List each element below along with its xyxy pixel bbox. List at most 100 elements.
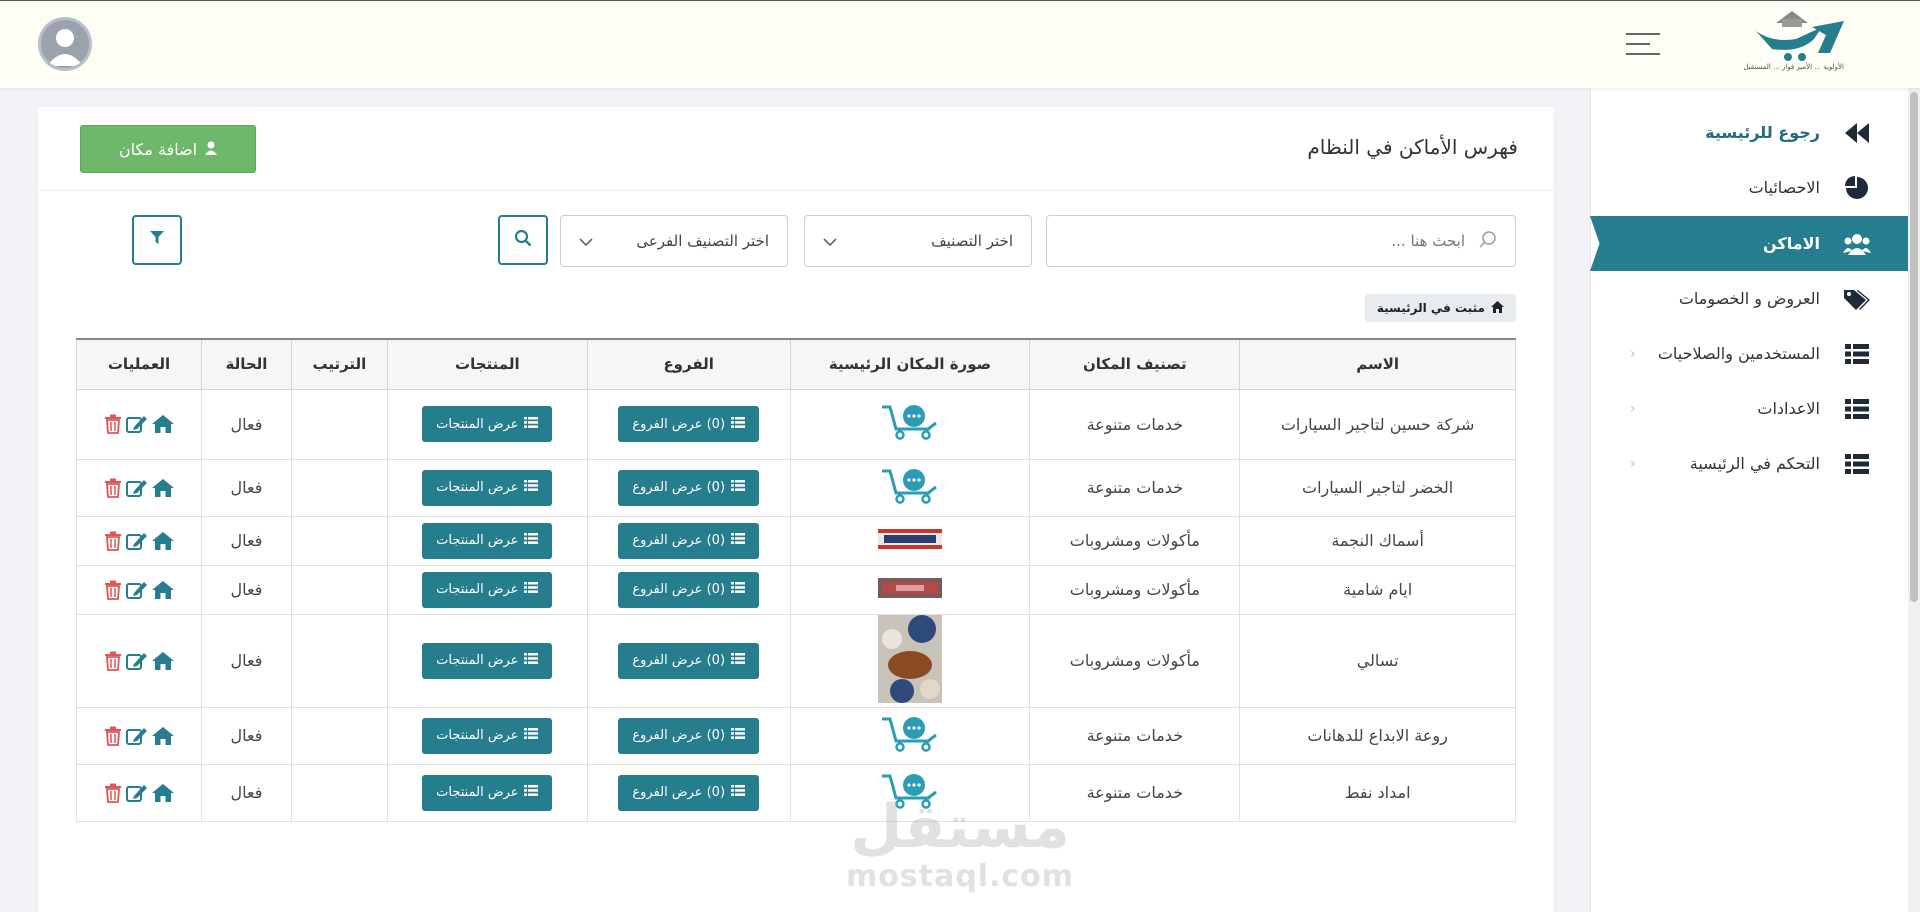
sidebar-item-settings[interactable]: الاعدادات ‹ [1590, 381, 1908, 436]
order-cell [290, 458, 388, 517]
delete-icon[interactable] [104, 580, 122, 600]
column-header[interactable]: تصنيف المكان [1029, 338, 1241, 390]
column-header[interactable]: الترتيب [290, 338, 388, 390]
view-branches-button[interactable]: (0) عرض الفروع [618, 522, 760, 559]
view-products-button[interactable]: عرض المنتجات [422, 469, 553, 506]
page-scrollbar[interactable] [1908, 88, 1920, 912]
view-branches-button[interactable]: (0) عرض الفروع [618, 717, 760, 754]
view-branches-label: (0) عرض الفروع [632, 785, 726, 800]
pinned-badge[interactable]: مثبت في الرئيسية [1364, 294, 1516, 322]
place-image[interactable] [880, 772, 940, 814]
home-icon[interactable] [151, 783, 174, 802]
view-products-button[interactable]: عرض المنتجات [422, 571, 553, 608]
view-branches-label: (0) عرض الفروع [632, 582, 726, 597]
filter-button[interactable] [132, 215, 182, 265]
delete-icon[interactable] [104, 726, 122, 746]
list-icon [524, 785, 539, 800]
subcategory-select[interactable]: اختر التصنيف الفرعى [560, 215, 788, 267]
place-image[interactable] [880, 403, 940, 445]
column-header[interactable]: صورة المكان الرئيسية [789, 338, 1031, 390]
sidebar-item-label: المستخدمين والصلاحيات [1657, 344, 1820, 363]
edit-icon[interactable] [125, 478, 148, 498]
place-category: خدمات متنوعة [1029, 706, 1241, 765]
search-icon [1479, 230, 1497, 252]
edit-icon[interactable] [125, 726, 148, 746]
sidebar-item-home[interactable]: رجوع للرئيسية [1590, 105, 1908, 160]
place-image[interactable] [880, 715, 940, 757]
operations [77, 783, 201, 803]
place-name: ايام شامية [1239, 564, 1516, 615]
operations-cell [76, 515, 202, 566]
home-icon[interactable] [151, 415, 174, 433]
pie-chart-icon [1842, 173, 1872, 203]
column-header[interactable]: الحالة [200, 338, 292, 390]
products-cell: عرض المنتجات [386, 515, 588, 566]
status-cell: فعال [200, 388, 292, 460]
column-header[interactable]: الفروع [586, 338, 791, 390]
list-icon [1842, 394, 1872, 424]
home-icon[interactable] [151, 531, 174, 550]
home-icon[interactable] [151, 478, 174, 497]
view-branches-button[interactable]: (0) عرض الفروع [618, 642, 760, 679]
view-branches-button[interactable]: (0) عرض الفروع [618, 774, 760, 811]
sidebar-item-label: الاعدادات [1757, 399, 1820, 418]
column-header[interactable]: المنتجات [386, 338, 588, 390]
edit-icon[interactable] [125, 531, 148, 551]
order-cell [290, 515, 388, 566]
table-row: الخضر لتاجير السيارات خدمات متنوعة (0) عرض… [76, 458, 1516, 517]
view-products-label: عرض المنتجات [436, 582, 519, 597]
view-branches-button[interactable]: (0) عرض الفروع [618, 571, 760, 608]
search-field[interactable] [1046, 215, 1516, 267]
edit-icon[interactable] [125, 783, 148, 803]
edit-icon[interactable] [125, 580, 148, 600]
place-image-cell [789, 458, 1031, 517]
order-cell [290, 388, 388, 460]
category-select[interactable]: اختر التصنيف [804, 215, 1032, 267]
home-icon[interactable] [151, 651, 174, 670]
column-header[interactable]: الاسم [1239, 338, 1516, 390]
add-place-button[interactable]: اضافة مكان [80, 125, 256, 173]
place-name: روعة الابداع للدهانات [1239, 706, 1516, 765]
home-icon[interactable] [151, 726, 174, 745]
place-category: خدمات متنوعة [1029, 388, 1241, 460]
place-image[interactable] [878, 577, 942, 602]
delete-icon[interactable] [104, 531, 122, 551]
view-branches-label: (0) عرض الفروع [632, 533, 726, 548]
menu-toggle-icon[interactable] [1626, 33, 1660, 57]
view-products-button[interactable]: عرض المنتجات [422, 774, 553, 811]
sidebar-item-home-control[interactable]: التحكم في الرئيسية ‹ [1590, 436, 1908, 491]
place-image[interactable] [880, 467, 940, 509]
place-image[interactable] [878, 528, 942, 553]
delete-icon[interactable] [104, 651, 122, 671]
view-branches-button[interactable]: (0) عرض الفروع [618, 406, 760, 442]
view-branches-label: (0) عرض الفروع [632, 416, 726, 432]
edit-icon[interactable] [125, 651, 148, 671]
view-products-button[interactable]: عرض المنتجات [422, 642, 553, 679]
user-avatar[interactable] [38, 17, 92, 71]
column-header[interactable]: العمليات [76, 338, 202, 390]
order-cell [290, 564, 388, 615]
view-products-label: عرض المنتجات [436, 728, 519, 743]
view-products-button[interactable]: عرض المنتجات [422, 406, 553, 442]
search-input[interactable] [1065, 232, 1465, 250]
delete-icon[interactable] [104, 783, 122, 803]
home-icon[interactable] [151, 580, 174, 599]
edit-icon[interactable] [125, 414, 148, 434]
place-image[interactable] [878, 614, 942, 707]
places-table: الاسم تصنيف المكان صورة المكان الرئيسية … [76, 338, 1516, 822]
scrollbar-thumb[interactable] [1910, 92, 1918, 602]
place-name: امداد نفط [1239, 763, 1516, 822]
tags-icon [1842, 284, 1872, 314]
sidebar-item-statistics[interactable]: الاحصائيات [1590, 160, 1908, 215]
view-products-button[interactable]: عرض المنتجات [422, 717, 553, 754]
sidebar-item-offers[interactable]: العروض و الخصومات [1590, 271, 1908, 326]
view-products-button[interactable]: عرض المنتجات [422, 522, 553, 559]
delete-icon[interactable] [104, 478, 122, 498]
delete-icon[interactable] [104, 414, 122, 434]
search-button[interactable] [498, 215, 548, 265]
view-products-label: عرض المنتجات [436, 416, 519, 432]
view-branches-button[interactable]: (0) عرض الفروع [618, 469, 760, 506]
users-icon [1842, 229, 1872, 259]
sidebar-item-places[interactable]: الاماكن [1590, 216, 1908, 271]
sidebar-item-users-permissions[interactable]: المستخدمين والصلاحيات ‹ [1590, 326, 1908, 381]
